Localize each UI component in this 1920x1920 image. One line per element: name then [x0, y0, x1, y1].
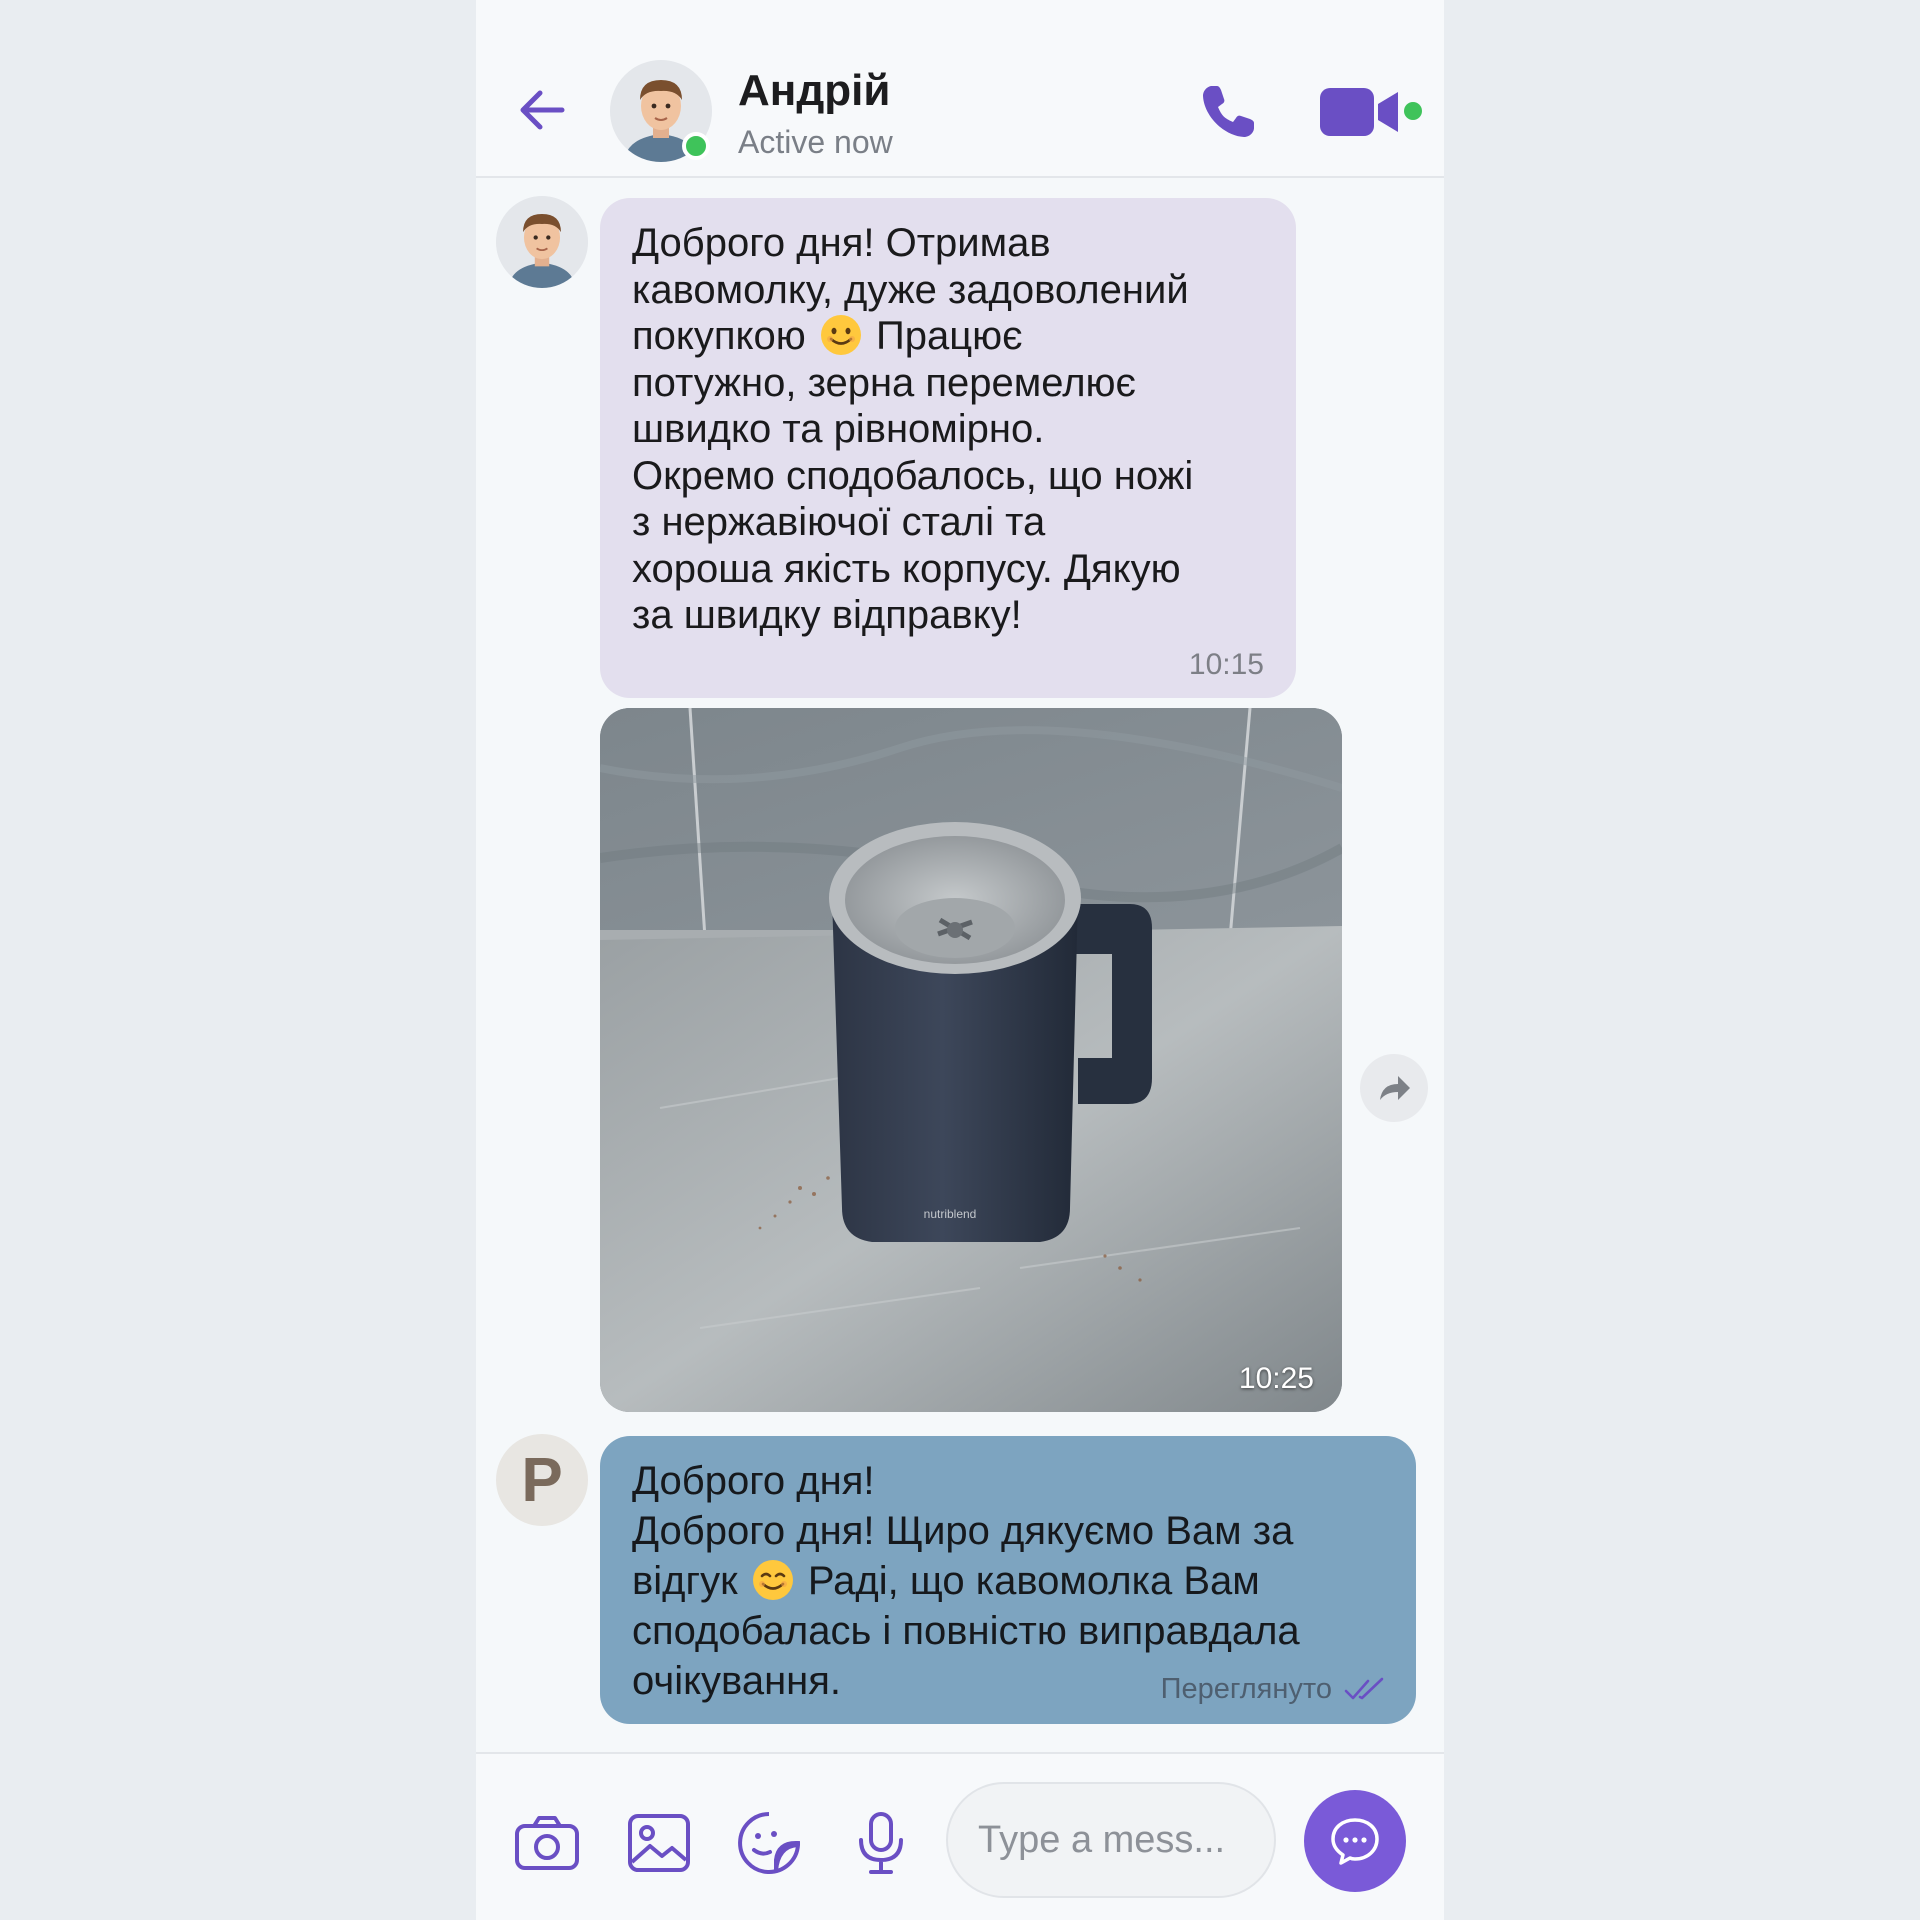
contact-status: Active now	[738, 124, 893, 160]
forward-icon[interactable]	[1360, 1054, 1428, 1122]
gallery-icon[interactable]	[624, 1808, 694, 1878]
seen-status-label: Переглянуто	[1160, 1673, 1332, 1705]
online-status-dot	[682, 132, 710, 160]
smiling-face-emoji-icon	[751, 1558, 795, 1602]
double-check-icon	[1344, 1677, 1384, 1699]
message-time: 10:25	[1238, 1362, 1314, 1395]
chat-screen: Андрій Active now Доброго дня! Отримав к…	[476, 0, 1444, 1920]
smiling-face-emoji-icon	[819, 313, 863, 357]
sticker-icon[interactable]	[734, 1808, 804, 1878]
chat-header: Андрій Active now	[476, 0, 1444, 178]
message-time: 10:15	[1188, 648, 1264, 681]
sender-avatar[interactable]	[496, 196, 588, 288]
send-icon[interactable]	[1304, 1790, 1406, 1892]
incoming-message-bubble[interactable]: Доброго дня! Отримав кавомолку, дуже зад…	[600, 198, 1296, 698]
message-text: Доброго дня! Отримав кавомолку, дуже зад…	[632, 221, 1194, 637]
phone-icon[interactable]	[1196, 80, 1260, 144]
video-online-dot	[1404, 102, 1422, 120]
video-camera-icon[interactable]	[1318, 86, 1402, 138]
seen-status: Переглянуто	[1161, 1673, 1388, 1706]
outgoing-message-bubble[interactable]: Доброго дня! Доброго дня! Щиро дякуємо В…	[600, 1436, 1416, 1724]
message-composer	[476, 1752, 1444, 1920]
message-text: Доброго дня! Доброго дня! Щиро дякуємо В…	[632, 1459, 1300, 1703]
product-brand-label: nutriblend	[924, 1207, 977, 1221]
photo-message[interactable]: nutriblend 10:25	[600, 708, 1342, 1412]
camera-icon[interactable]	[512, 1808, 582, 1878]
back-arrow-icon[interactable]	[512, 80, 572, 140]
message-input[interactable]	[946, 1782, 1276, 1898]
microphone-icon[interactable]	[846, 1808, 916, 1878]
coffee-grinder-photo: nutriblend	[600, 708, 1342, 1412]
business-avatar[interactable]: P	[496, 1434, 588, 1526]
contact-name[interactable]: Андрій	[738, 66, 890, 116]
